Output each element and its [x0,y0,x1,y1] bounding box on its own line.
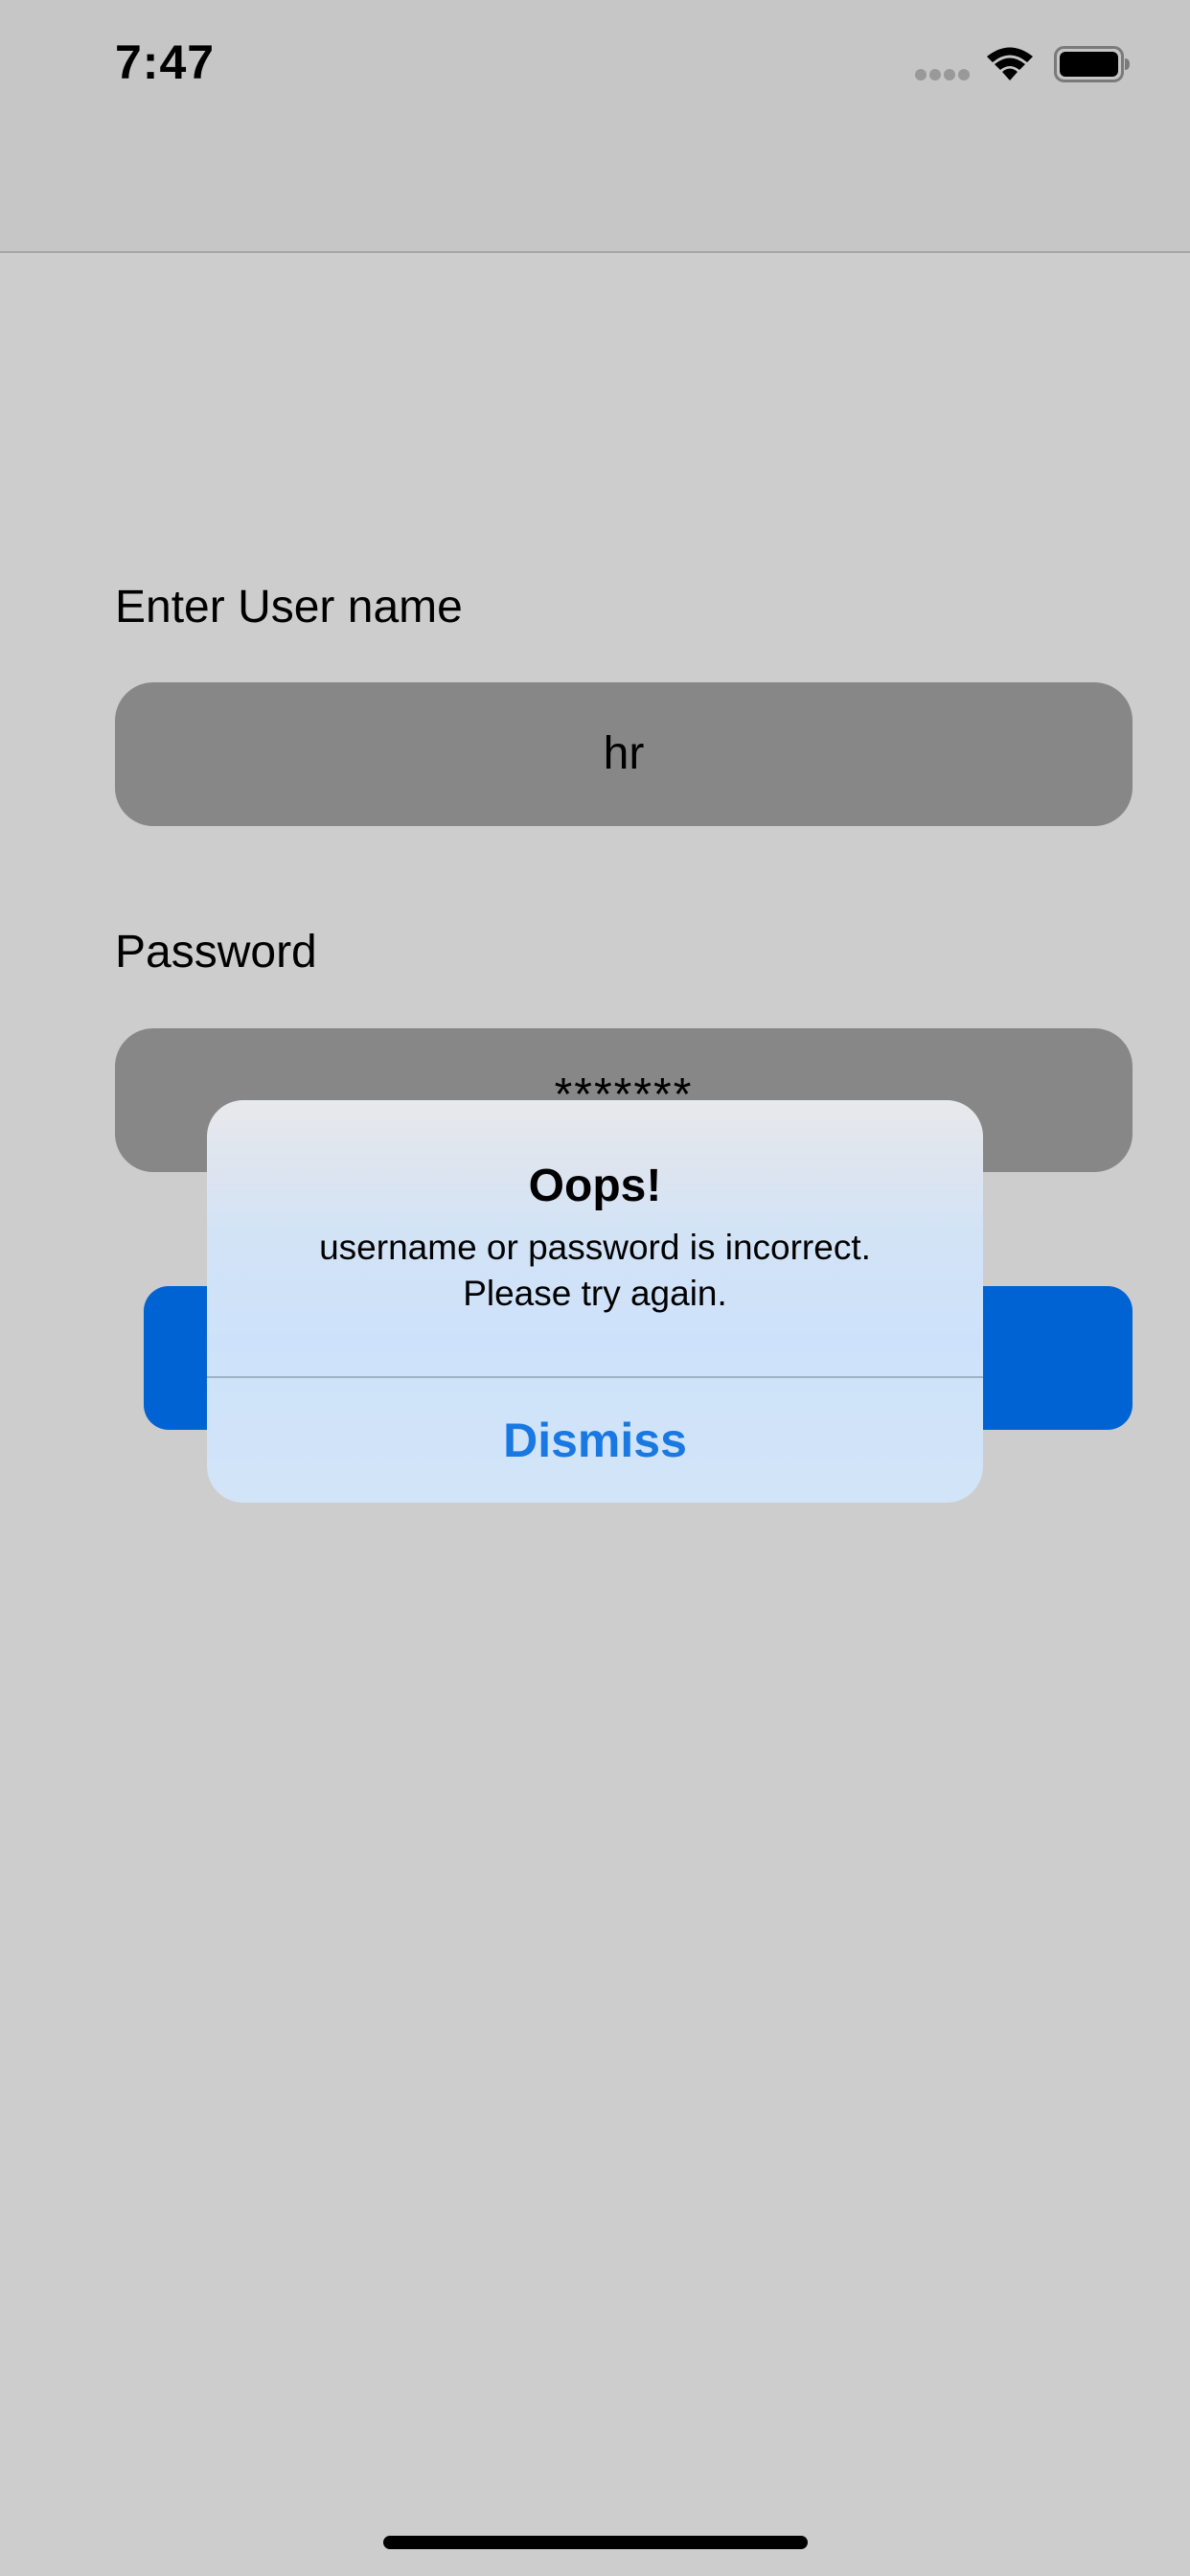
alert-message-line: username or password is incorrect. [319,1228,871,1267]
wifi-icon [987,47,1033,80]
error-alert: Oops! username or password is incorrect.… [207,1100,983,1503]
navigation-bar [0,126,1190,253]
alert-message: username or password is incorrect. Pleas… [207,1225,983,1317]
username-label: Enter User name [115,582,463,632]
status-bar: 7:47 [0,0,1190,126]
username-field[interactable]: hr [115,682,1133,826]
alert-title: Oops! [528,1161,662,1211]
dismiss-button[interactable]: Dismiss [207,1378,983,1503]
password-label: Password [115,927,317,978]
battery-icon [1054,46,1130,82]
home-indicator[interactable] [383,2536,808,2549]
status-time: 7:47 [115,35,216,89]
signal-icon [915,69,971,80]
alert-message-line: Please try again. [463,1274,727,1313]
